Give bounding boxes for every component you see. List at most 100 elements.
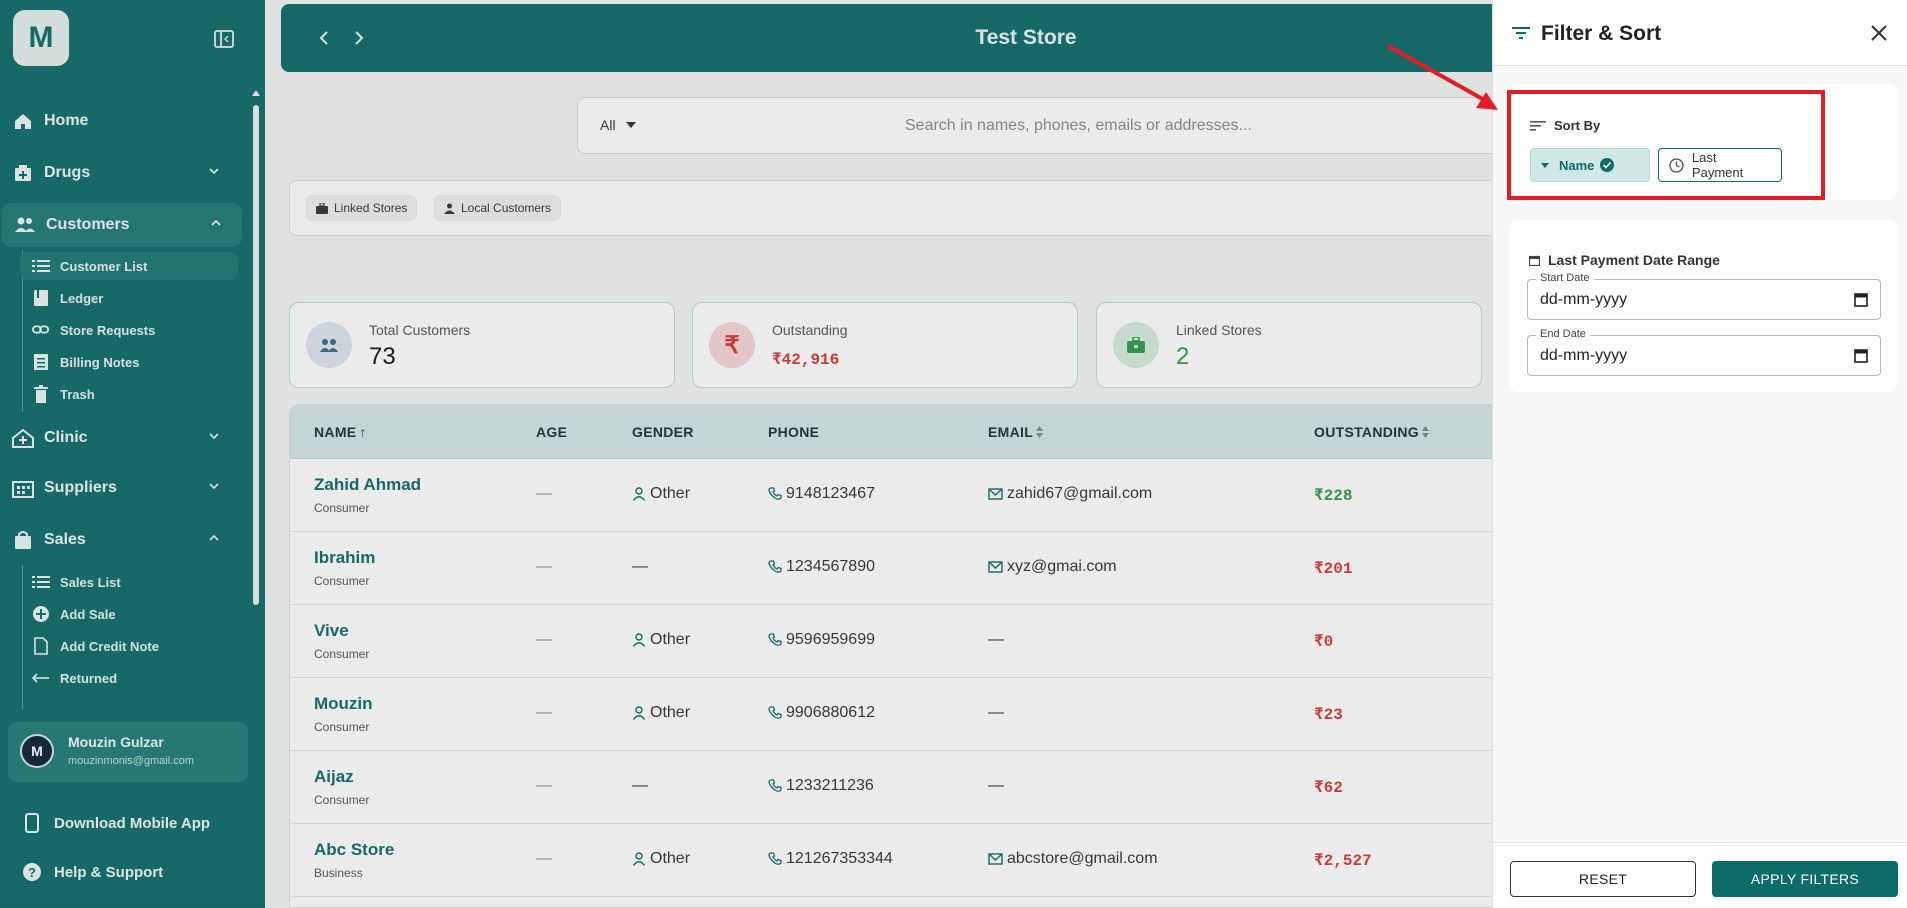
email-cell: — [988, 777, 1004, 794]
table-row[interactable]: Abc Store Business — Other 121267353344 abcst… [290, 824, 1508, 897]
sidebar-subitem-add-sale[interactable]: Add Sale [20, 600, 238, 628]
customer-type: Consumer [314, 647, 370, 661]
chevron-down-icon [209, 483, 219, 490]
start-date-field[interactable]: Start Date dd-mm-yyyy [1527, 272, 1881, 320]
sidebar: M Home Drugs Customers Customer List Led… [0, 0, 265, 908]
sidebar-subitem-returned[interactable]: Returned [20, 664, 238, 692]
avatar: M [20, 734, 54, 768]
sidebar-subitem-add-credit-note[interactable]: Add Credit Note [20, 632, 238, 660]
customer-name-link[interactable]: Vive [314, 621, 349, 641]
phone-cell: 9596959699 [768, 631, 875, 649]
outstanding-cell: ₹23 [1314, 706, 1343, 724]
customer-name-link[interactable]: Mouzin [314, 694, 373, 714]
calendar-icon [1529, 255, 1540, 266]
customer-name-link[interactable]: Aijaz [314, 767, 354, 787]
age-cell: — [536, 558, 552, 575]
person-outline-icon [632, 706, 646, 720]
sort-by-label: Sort By [1554, 118, 1601, 133]
sidebar-item-clinic[interactable]: Clinic [0, 416, 240, 460]
table-row[interactable]: Zahid Ahmad Consumer — Other 9148123467 zahid… [290, 459, 1508, 532]
sidebar-scrollbar[interactable] [253, 105, 259, 605]
email-cell: abcstore@gmail.com [988, 850, 1158, 868]
scroll-up-icon[interactable] [252, 90, 260, 96]
sidebar-collapse-icon[interactable] [214, 30, 234, 48]
help-support-link[interactable]: ? Help & Support [22, 857, 252, 887]
column-header-outstanding[interactable]: OUTSTANDING [1314, 424, 1429, 440]
user-profile-card[interactable]: M Mouzin Gulzar mouzinmonis@gmail.com [8, 722, 248, 782]
customer-name-link[interactable]: Abc Store [314, 840, 394, 860]
sort-icon [1036, 426, 1044, 438]
customer-type: Consumer [314, 501, 370, 515]
table-row[interactable]: Ibrahim Consumer — — 1234567890 xyz@gmai.com ₹… [290, 532, 1508, 605]
drawer-title: Filter & Sort [1541, 22, 1662, 45]
age-cell: — [536, 777, 552, 794]
sidebar-subitem-customer-list[interactable]: Customer List [20, 252, 238, 280]
store-icon [1113, 322, 1159, 368]
gender-cell: Other [632, 704, 690, 722]
chevron-down-icon [209, 168, 219, 175]
sidebar-item-suppliers[interactable]: Suppliers [0, 466, 240, 510]
phone-icon [768, 560, 782, 574]
stat-total-customers: Total Customers 73 [289, 302, 675, 388]
phone-icon [768, 706, 782, 720]
reset-button[interactable]: RESET [1510, 861, 1696, 897]
close-icon[interactable] [1869, 23, 1889, 43]
search-input[interactable]: Search in names, phones, emails or addre… [905, 117, 1252, 135]
mail-icon [988, 853, 1003, 865]
people-icon [14, 214, 36, 236]
sidebar-item-drugs[interactable]: Drugs [0, 151, 240, 195]
building-icon [12, 477, 34, 499]
table-row[interactable]: Mouzin Consumer — Other 9906880612 — ₹23 [290, 678, 1508, 751]
trash-icon [32, 385, 50, 403]
sidebar-subitem-ledger[interactable]: Ledger [20, 284, 238, 312]
outstanding-cell: ₹62 [1314, 779, 1343, 797]
list-icon [32, 573, 50, 591]
app-logo[interactable]: M [13, 10, 69, 66]
column-header-name[interactable]: NAME ↑ [314, 424, 367, 440]
phone-icon [768, 633, 782, 647]
phone-cell: 121267353344 [768, 850, 893, 868]
tab-linked-stores[interactable]: Linked Stores [306, 195, 418, 221]
sidebar-item-sales[interactable]: Sales [0, 518, 240, 562]
user-name: Mouzin Gulzar [68, 734, 164, 750]
download-app-link[interactable]: Download Mobile App [22, 808, 252, 838]
mail-icon [988, 488, 1003, 500]
calendar-icon[interactable] [1854, 348, 1868, 363]
sidebar-item-home[interactable]: Home [0, 99, 240, 143]
gender-cell: Other [632, 631, 690, 649]
person-outline-icon [632, 487, 646, 501]
outstanding-cell: ₹0 [1314, 633, 1334, 651]
return-arrow-icon [32, 669, 50, 687]
calendar-icon[interactable] [1854, 292, 1868, 307]
customer-type: Consumer [314, 720, 370, 734]
table-row[interactable]: Aijaz Consumer — — 1233211236 — ₹62 [290, 751, 1508, 824]
customer-name-link[interactable]: Zahid Ahmad [314, 475, 421, 495]
gender-cell: Other [632, 485, 690, 503]
date-range-section: Last Payment Date Range Start Date dd-mm… [1510, 220, 1897, 392]
forward-arrow-icon[interactable] [349, 28, 369, 48]
sidebar-subitem-sales-list[interactable]: Sales List [20, 568, 238, 596]
customer-type-tabs: Linked Stores Local Customers [289, 180, 1509, 236]
sort-option-last-payment[interactable]: Last Payment [1658, 148, 1782, 182]
notes-icon [32, 353, 50, 371]
tab-local-customers[interactable]: Local Customers [434, 195, 562, 221]
book-icon [32, 289, 50, 307]
apply-filters-button[interactable]: APPLY FILTERS [1712, 861, 1898, 897]
outstanding-cell: ₹228 [1314, 487, 1353, 505]
sidebar-item-customers[interactable]: Customers [2, 203, 242, 247]
customer-name-link[interactable]: Ibrahim [314, 548, 375, 568]
table-row[interactable]: Vive Consumer — Other 9596959699 — ₹0 [290, 605, 1508, 678]
sidebar-subitem-trash[interactable]: Trash [20, 380, 238, 408]
back-arrow-icon[interactable] [314, 28, 334, 48]
column-header-email[interactable]: EMAIL [988, 424, 1044, 440]
caret-down-icon [1541, 162, 1549, 168]
shopping-bag-icon [12, 529, 34, 551]
pharmacy-icon [12, 162, 34, 184]
sidebar-subitem-billing-notes[interactable]: Billing Notes [20, 348, 238, 376]
gender-cell: — [632, 777, 648, 794]
sidebar-subitem-store-requests[interactable]: Store Requests [20, 316, 238, 344]
sort-option-name[interactable]: Name [1530, 148, 1650, 182]
end-date-field[interactable]: End Date dd-mm-yyyy [1527, 328, 1881, 376]
search-filter-select[interactable]: All [600, 117, 636, 133]
sort-icon [1421, 426, 1429, 438]
